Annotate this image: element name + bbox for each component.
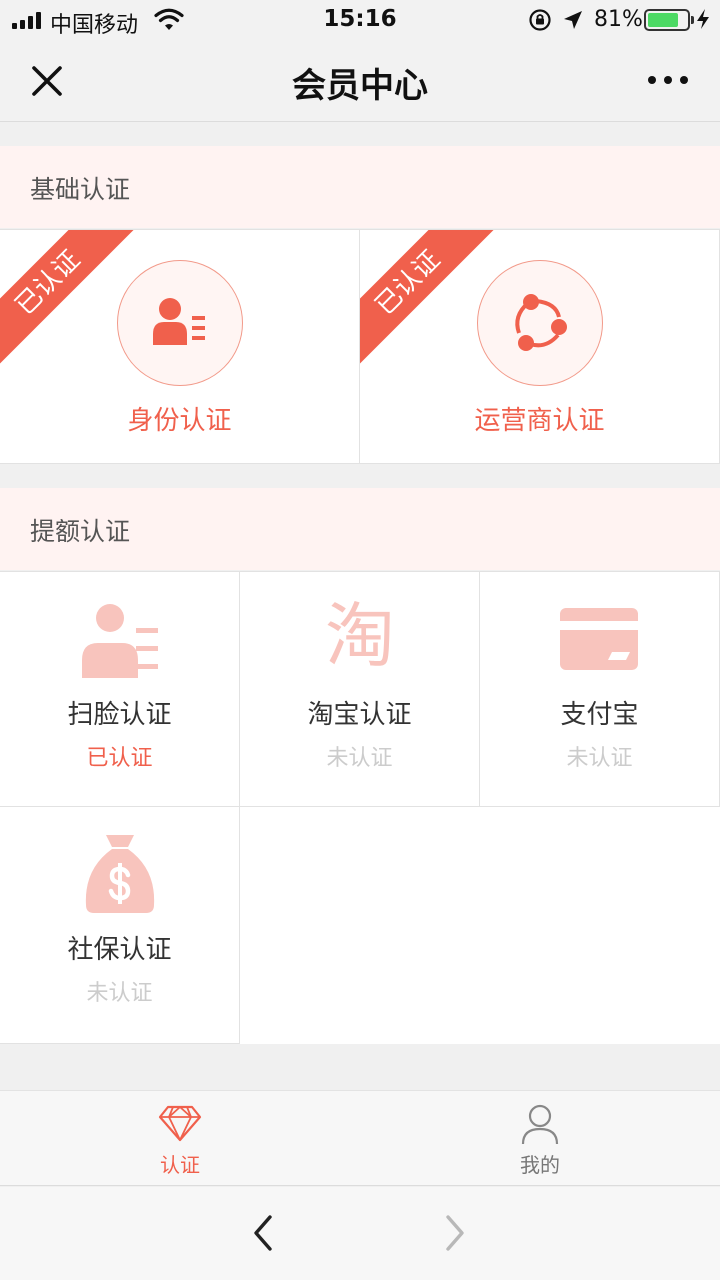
social-security-auth-card[interactable]: 社保认证 未认证 [0, 807, 240, 1044]
section-header-limit: 提额认证 [0, 488, 720, 570]
social-security-auth-status: 未认证 [86, 981, 153, 1006]
basic-grid: 已认证 身份认证 已认证 运营商认证 [0, 229, 720, 464]
taobao-icon: 淘 [325, 595, 395, 677]
tab-mine[interactable]: 我的 [360, 1091, 720, 1187]
nav-bar: 会员中心 [0, 40, 720, 122]
section-title: 基础认证 [30, 175, 131, 204]
tab-bar: 认证 我的 [0, 1090, 720, 1186]
more-icon[interactable] [648, 76, 688, 84]
back-arrow-icon[interactable] [248, 1213, 278, 1253]
tab-auth[interactable]: 认证 [0, 1091, 360, 1187]
tab-auth-label: 认证 [160, 1153, 200, 1177]
id-card-icon [82, 604, 158, 678]
identity-icon-circle [117, 260, 243, 386]
share-nodes-icon [515, 294, 567, 351]
identity-auth-label: 身份认证 [127, 406, 232, 436]
carrier-icon-circle [477, 260, 603, 386]
alipay-auth-label: 支付宝 [560, 700, 639, 730]
identity-auth-card[interactable]: 已认证 身份认证 [0, 229, 360, 464]
status-bar: 中国移动 15:16 81% [0, 0, 720, 40]
taobao-auth-label: 淘宝认证 [307, 700, 412, 730]
alipay-auth-status: 未认证 [566, 746, 633, 771]
taobao-auth-card[interactable]: 淘 淘宝认证 未认证 [240, 571, 480, 807]
money-bag-icon [85, 835, 155, 913]
tab-mine-label: 我的 [520, 1153, 560, 1177]
alipay-auth-card[interactable]: 支付宝 未认证 [480, 571, 720, 807]
section-header-basic: 基础认证 [0, 146, 720, 228]
rotation-lock-icon [529, 9, 551, 31]
taobao-auth-status: 未认证 [326, 746, 393, 771]
battery-icon [644, 9, 694, 31]
limit-grid: 扫脸认证 已认证 淘 淘宝认证 未认证 支付宝 未认证 社保认证 未认证 [0, 571, 720, 1044]
id-card-icon [153, 298, 205, 345]
location-icon [564, 11, 582, 29]
page-title: 会员中心 [292, 66, 428, 106]
face-auth-label: 扫脸认证 [67, 700, 172, 730]
card-icon [560, 608, 638, 670]
forward-arrow-icon[interactable] [440, 1213, 470, 1253]
social-security-auth-label: 社保认证 [67, 935, 172, 965]
verified-ribbon: 已认证 [360, 230, 495, 370]
face-auth-status: 已认证 [86, 746, 153, 771]
carrier-auth-card[interactable]: 已认证 运营商认证 [360, 229, 720, 464]
verified-ribbon: 已认证 [0, 230, 135, 370]
carrier-auth-label: 运营商认证 [474, 406, 605, 436]
section-title: 提额认证 [30, 517, 131, 546]
battery-percent: 81% [594, 7, 643, 32]
diamond-icon [158, 1105, 202, 1142]
face-auth-card[interactable]: 扫脸认证 已认证 [0, 571, 240, 807]
browser-toolbar [0, 1187, 720, 1280]
charging-icon [697, 9, 709, 29]
user-icon [521, 1104, 559, 1145]
